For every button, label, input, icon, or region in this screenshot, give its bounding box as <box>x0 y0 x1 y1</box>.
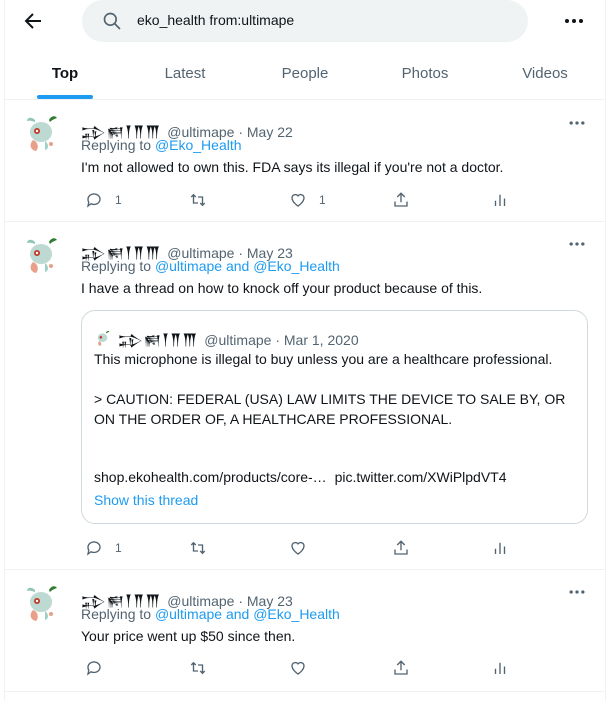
like-count: 1 <box>319 193 326 207</box>
share-icon <box>394 192 408 207</box>
url-link[interactable]: shop.ekohealth.com/products/core-… <box>94 469 327 485</box>
pic-link[interactable]: pic.twitter.com/XWiPlpdVT4 <box>335 469 507 485</box>
tab-latest[interactable]: Latest <box>125 53 245 99</box>
heart-icon <box>291 193 305 207</box>
retweet-button[interactable] <box>189 658 219 678</box>
search-tabs: Top Latest People Photos Videos <box>5 53 605 100</box>
top-bar: eko_health from:ultimape <box>5 0 605 46</box>
display-name: 𒁉𒆍𒐕𒐖𒐗 <box>118 333 199 348</box>
reply-icon <box>86 661 101 676</box>
tab-top[interactable]: Top <box>5 53 125 99</box>
share-button[interactable] <box>392 190 410 210</box>
analytics-button[interactable] <box>491 190 509 210</box>
search-icon <box>103 12 121 30</box>
tweet-actions <box>81 658 521 678</box>
tweet-date[interactable]: May 22 <box>247 124 293 140</box>
analytics-button[interactable] <box>491 658 509 678</box>
like-button[interactable]: 1 <box>289 190 326 210</box>
share-button[interactable] <box>392 538 410 558</box>
replying-prefix: Replying to <box>81 258 152 274</box>
mention-link[interactable]: @ultimape and @Eko_Health <box>155 258 340 274</box>
retweet-icon <box>190 541 206 555</box>
tweet-text: Your price went up $50 since then. <box>81 628 296 644</box>
show-thread-link[interactable]: Show this thread <box>94 492 198 508</box>
tab-people[interactable]: People <box>245 53 365 99</box>
analytics-icon <box>494 542 506 554</box>
reply-count: 1 <box>115 193 122 207</box>
avatar[interactable] <box>21 584 63 626</box>
analytics-icon <box>494 194 506 206</box>
replying-prefix: Replying to <box>81 606 152 622</box>
quoted-tweet-text: This microphone is illegal to buy unless… <box>94 349 574 429</box>
tweet-text: I'm not allowed to own this. FDA says it… <box>81 159 504 175</box>
analytics-icon <box>494 662 506 674</box>
more-options-icon[interactable] <box>567 582 587 602</box>
like-button[interactable] <box>289 658 319 678</box>
tweet[interactable]: 𒁉𒆍𒐕𒐖𒐗 @ultimape · May 22 Replying to @Eko… <box>5 100 605 222</box>
retweet-icon <box>190 661 206 675</box>
back-arrow-icon[interactable] <box>21 9 45 33</box>
avatar <box>97 330 110 346</box>
tweet[interactable]: 𒁉𒆍𒐕𒐖𒐗 @ultimape · May 23 Replying to @ult… <box>5 570 605 692</box>
replying-to: Replying to @ultimape and @Eko_Health <box>81 258 340 274</box>
handle: @ultimape <box>204 332 272 348</box>
tab-videos[interactable]: Videos <box>485 53 605 99</box>
timeline-column: eko_health from:ultimape Top Latest Peop… <box>4 0 606 701</box>
replying-prefix: Replying to <box>81 137 152 153</box>
search-box[interactable]: eko_health from:ultimape <box>82 0 528 42</box>
analytics-button[interactable] <box>491 538 509 558</box>
share-icon <box>394 660 408 675</box>
tweet-actions: 1 <box>81 538 521 558</box>
quoted-line: This microphone is illegal to buy unless… <box>94 351 553 367</box>
tweet-actions: 1 1 <box>81 190 521 210</box>
tab-photos[interactable]: Photos <box>365 53 485 99</box>
share-icon <box>394 540 408 555</box>
share-button[interactable] <box>392 658 410 678</box>
quoted-tweet[interactable]: 𒁉𒆍𒐕𒐖𒐗 @ultimape · Mar 1, 2020 This microp… <box>81 310 588 524</box>
replying-to: Replying to @ultimape and @Eko_Health <box>81 606 340 622</box>
reply-button[interactable]: 1 <box>85 538 122 558</box>
quoted-links: shop.ekohealth.com/products/core-… pic.t… <box>94 469 507 485</box>
like-button[interactable] <box>289 538 319 558</box>
more-options-icon[interactable] <box>567 113 587 133</box>
tweet-date: Mar 1, 2020 <box>283 332 359 348</box>
more-options-icon[interactable] <box>567 234 587 254</box>
more-options-icon[interactable] <box>562 9 586 33</box>
separator: · <box>271 332 284 348</box>
retweet-button[interactable] <box>189 538 219 558</box>
avatar[interactable] <box>21 236 63 278</box>
reply-icon <box>86 541 101 556</box>
retweet-button[interactable] <box>189 190 219 210</box>
replying-to: Replying to @Eko_Health <box>81 137 242 153</box>
avatar[interactable] <box>21 114 63 156</box>
mention-link[interactable]: @ultimape and @Eko_Health <box>155 606 340 622</box>
retweet-icon <box>190 193 206 207</box>
mention-link[interactable]: @Eko_Health <box>155 137 242 153</box>
heart-icon <box>291 661 305 675</box>
tweet[interactable]: 𒁉𒆍𒐕𒐖𒐗 @ultimape · May 23 Replying to @ult… <box>5 222 605 570</box>
reply-button[interactable] <box>85 658 115 678</box>
quoted-line: > CAUTION: FEDERAL (USA) LAW LIMITS THE … <box>94 391 566 427</box>
heart-icon <box>291 541 305 555</box>
search-input[interactable]: eko_health from:ultimape <box>137 12 294 28</box>
reply-button[interactable]: 1 <box>85 190 122 210</box>
reply-count: 1 <box>115 541 122 555</box>
reply-icon <box>86 193 101 208</box>
tweet-text: I have a thread on how to knock off your… <box>81 280 483 296</box>
